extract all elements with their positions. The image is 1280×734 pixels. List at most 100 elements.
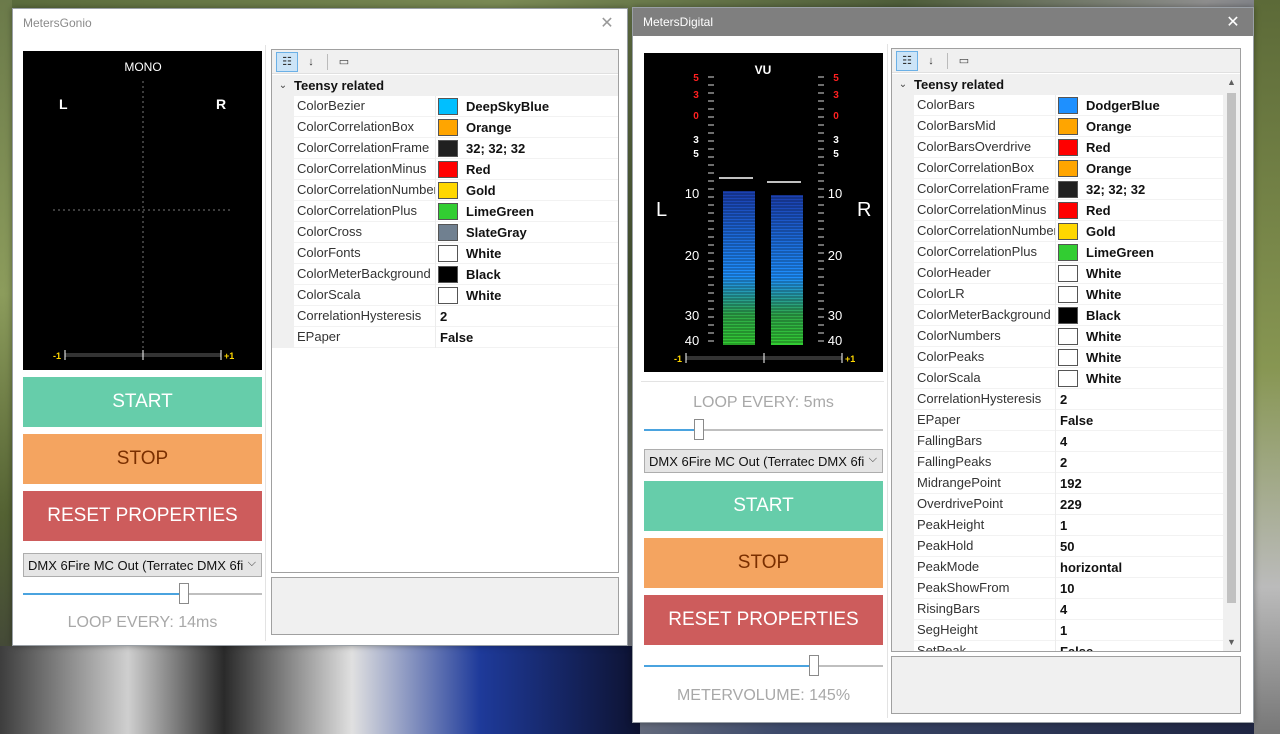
- audio-device-select[interactable]: DMX 6Fire MC Out (Terratec DMX 6fi ⌵: [23, 553, 262, 577]
- property-row[interactable]: PeakMode horizontal: [892, 556, 1223, 578]
- title-bar[interactable]: MetersGonio ✕: [13, 9, 627, 37]
- property-row[interactable]: CorrelationHysteresis 2: [892, 388, 1223, 410]
- property-row[interactable]: EPaper False: [272, 326, 618, 348]
- property-row[interactable]: ColorCorrelationMinus Red: [892, 199, 1223, 221]
- close-icon[interactable]: ✕: [1221, 12, 1245, 32]
- property-row[interactable]: MidrangePoint 192: [892, 472, 1223, 494]
- property-row[interactable]: ColorCorrelationMinus Red: [272, 158, 618, 180]
- property-value[interactable]: White: [1056, 369, 1223, 387]
- property-value[interactable]: 2: [436, 309, 618, 324]
- property-value[interactable]: Black: [436, 265, 618, 283]
- reset-properties-button[interactable]: RESET PROPERTIES: [23, 491, 262, 541]
- loop-interval-thumb[interactable]: [179, 583, 189, 604]
- property-row[interactable]: PeakHold 50: [892, 535, 1223, 557]
- property-value[interactable]: DeepSkyBlue: [436, 97, 618, 115]
- start-button[interactable]: START: [644, 481, 883, 531]
- property-value[interactable]: LimeGreen: [436, 202, 618, 220]
- property-row[interactable]: OverdrivePoint 229: [892, 493, 1223, 515]
- property-row[interactable]: ColorMeterBackground Black: [272, 263, 618, 285]
- property-row[interactable]: ColorBars DodgerBlue: [892, 94, 1223, 116]
- property-value[interactable]: White: [436, 286, 618, 304]
- property-row[interactable]: ColorBarsMid Orange: [892, 115, 1223, 137]
- property-row[interactable]: SegHeight 1: [892, 619, 1223, 641]
- property-value[interactable]: Gold: [436, 181, 618, 199]
- property-pages-icon[interactable]: ▭: [953, 51, 975, 71]
- property-value[interactable]: White: [436, 244, 618, 262]
- property-row[interactable]: ColorCorrelationBox Orange: [272, 116, 618, 138]
- property-row[interactable]: PeakHeight 1: [892, 514, 1223, 536]
- property-value[interactable]: 1: [1056, 518, 1223, 533]
- meter-volume-slider[interactable]: [644, 655, 883, 677]
- property-value[interactable]: 4: [1056, 602, 1223, 617]
- property-value[interactable]: SlateGray: [436, 223, 618, 241]
- loop-interval-thumb[interactable]: [694, 419, 704, 440]
- reset-properties-button[interactable]: RESET PROPERTIES: [644, 595, 883, 645]
- loop-interval-slider[interactable]: [644, 419, 883, 441]
- property-value[interactable]: 2: [1056, 392, 1223, 407]
- property-value[interactable]: 229: [1056, 497, 1223, 512]
- property-value[interactable]: 10: [1056, 581, 1223, 596]
- property-row[interactable]: ColorCorrelationFrame 32; 32; 32: [272, 137, 618, 159]
- title-bar[interactable]: MetersDigital ✕: [633, 8, 1253, 36]
- property-value[interactable]: Orange: [1056, 159, 1223, 177]
- property-value[interactable]: Red: [1056, 201, 1223, 219]
- property-value[interactable]: 32; 32; 32: [436, 139, 618, 157]
- property-value[interactable]: 192: [1056, 476, 1223, 491]
- property-row[interactable]: FallingPeaks 2: [892, 451, 1223, 473]
- property-value[interactable]: Orange: [1056, 117, 1223, 135]
- splitter[interactable]: [265, 45, 266, 641]
- meter-volume-thumb[interactable]: [809, 655, 819, 676]
- property-value[interactable]: DodgerBlue: [1056, 96, 1223, 114]
- loop-interval-slider[interactable]: [23, 583, 262, 605]
- property-row[interactable]: FallingBars 4: [892, 430, 1223, 452]
- property-value[interactable]: 2: [1056, 455, 1223, 470]
- property-value[interactable]: 4: [1056, 434, 1223, 449]
- property-row[interactable]: ColorHeader White: [892, 262, 1223, 284]
- chevron-down-icon[interactable]: ⌄: [272, 80, 294, 91]
- property-row[interactable]: PeakShowFrom 10: [892, 577, 1223, 599]
- scrollbar-thumb[interactable]: [1227, 93, 1236, 603]
- property-value[interactable]: False: [1056, 644, 1223, 652]
- splitter[interactable]: [887, 44, 888, 718]
- property-row[interactable]: ColorCorrelationBox Orange: [892, 157, 1223, 179]
- alphabetical-sort-icon[interactable]: ↓: [920, 51, 942, 71]
- categorized-view-icon[interactable]: ☷: [896, 50, 918, 71]
- property-row[interactable]: ColorScala White: [892, 367, 1223, 389]
- property-value[interactable]: Gold: [1056, 222, 1223, 240]
- close-icon[interactable]: ✕: [595, 13, 619, 33]
- property-value[interactable]: 50: [1056, 539, 1223, 554]
- property-row[interactable]: ColorCorrelationNumbers Gold: [272, 179, 618, 201]
- property-row[interactable]: ColorCorrelationPlus LimeGreen: [892, 241, 1223, 263]
- alphabetical-sort-icon[interactable]: ↓: [300, 52, 322, 72]
- scroll-down-icon[interactable]: ▼: [1223, 634, 1240, 651]
- property-row[interactable]: ColorBezier DeepSkyBlue: [272, 95, 618, 117]
- property-row[interactable]: ColorLR White: [892, 283, 1223, 305]
- property-row[interactable]: ColorScala White: [272, 284, 618, 306]
- property-value[interactable]: White: [1056, 348, 1223, 366]
- property-value[interactable]: Black: [1056, 306, 1223, 324]
- property-value[interactable]: White: [1056, 327, 1223, 345]
- property-row[interactable]: EPaper False: [892, 409, 1223, 431]
- property-row[interactable]: ColorCross SlateGray: [272, 221, 618, 243]
- category-teensy-related[interactable]: ⌄ Teensy related: [892, 74, 1223, 95]
- property-row[interactable]: CorrelationHysteresis 2: [272, 305, 618, 327]
- chevron-down-icon[interactable]: ⌄: [892, 79, 914, 90]
- property-row[interactable]: ColorCorrelationNumbers Gold: [892, 220, 1223, 242]
- property-row[interactable]: ColorCorrelationPlus LimeGreen: [272, 200, 618, 222]
- property-row[interactable]: ColorPeaks White: [892, 346, 1223, 368]
- categorized-view-icon[interactable]: ☷: [276, 51, 298, 72]
- property-value[interactable]: Orange: [436, 118, 618, 136]
- property-row[interactable]: RisingBars 4: [892, 598, 1223, 620]
- property-value[interactable]: horizontal: [1056, 560, 1223, 575]
- property-row[interactable]: ColorMeterBackground Black: [892, 304, 1223, 326]
- property-value[interactable]: White: [1056, 264, 1223, 282]
- property-row[interactable]: ColorBarsOverdrive Red: [892, 136, 1223, 158]
- stop-button[interactable]: STOP: [644, 538, 883, 588]
- property-row[interactable]: ColorCorrelationFrame 32; 32; 32: [892, 178, 1223, 200]
- audio-device-select[interactable]: DMX 6Fire MC Out (Terratec DMX 6fi ⌵: [644, 449, 883, 473]
- start-button[interactable]: START: [23, 377, 262, 427]
- property-value[interactable]: White: [1056, 285, 1223, 303]
- property-value[interactable]: False: [436, 330, 618, 345]
- property-value[interactable]: LimeGreen: [1056, 243, 1223, 261]
- scroll-up-icon[interactable]: ▲: [1223, 74, 1240, 91]
